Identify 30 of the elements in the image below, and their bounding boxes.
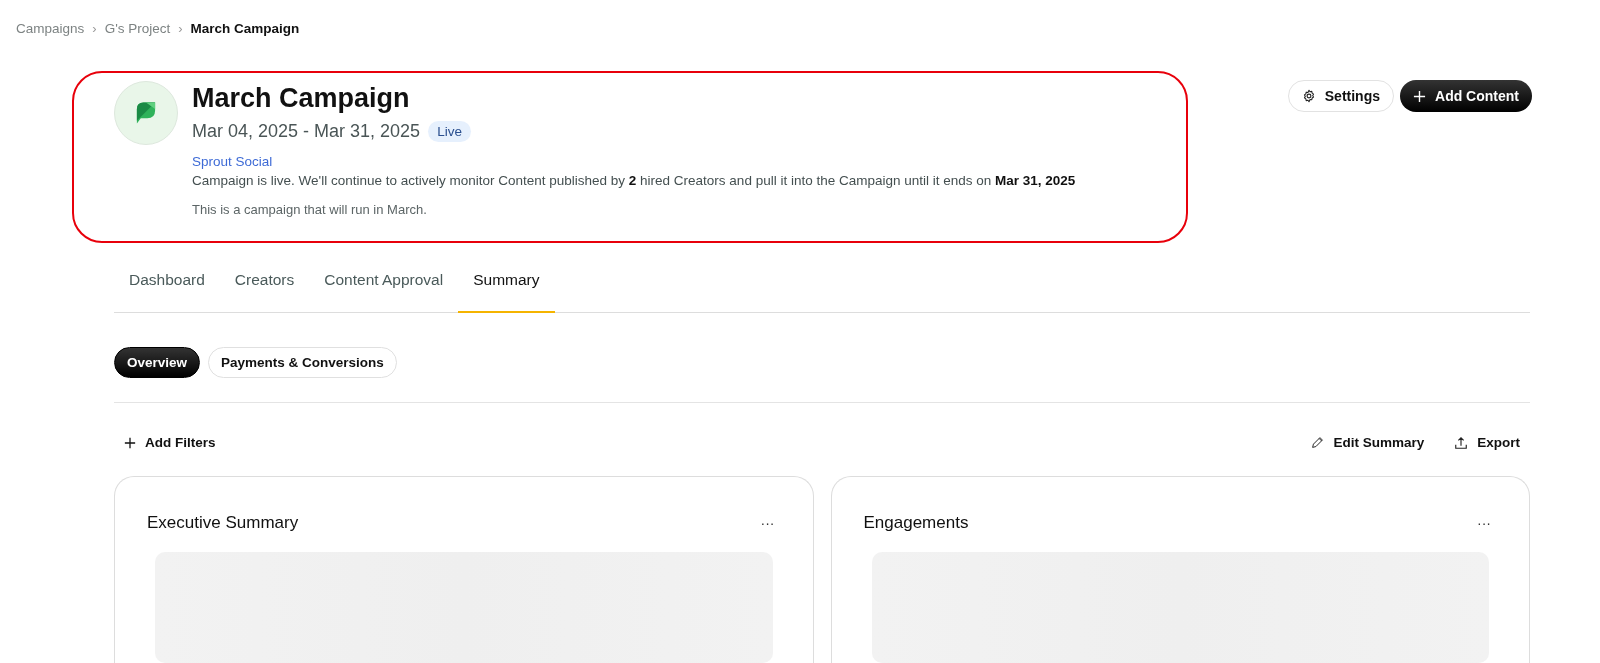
more-menu-button[interactable]: ··· (760, 515, 775, 531)
edit-summary-button[interactable]: Edit Summary (1301, 433, 1435, 452)
status-badge: Live (428, 121, 471, 142)
chevron-icon: › (178, 20, 183, 36)
tab[interactable]: Summary (458, 251, 555, 313)
date-range: Mar 04, 2025 - Mar 31, 2025 (192, 121, 421, 142)
add-filters-button[interactable]: Add Filters (114, 433, 226, 452)
breadcrumb-link[interactable]: Campaigns (16, 20, 85, 36)
upload-icon (1454, 435, 1469, 450)
campaign-title: March Campaign (192, 82, 411, 115)
add-content-button[interactable]: Add Content (1400, 80, 1532, 112)
chevron-icon: › (92, 20, 97, 36)
campaign-note: This is a campaign that will run in March. (192, 202, 428, 217)
tab[interactable]: Creators (219, 251, 310, 313)
breadcrumb-link[interactable]: G's Project (104, 20, 171, 36)
brand-link[interactable]: Sprout Social (192, 154, 1076, 169)
settings-button[interactable]: Settings (1287, 80, 1394, 112)
segment-tab[interactable]: Payments & Conversions (208, 347, 397, 378)
more-menu-button[interactable]: ··· (1477, 515, 1491, 531)
plus-icon (1413, 89, 1426, 103)
segment-tab[interactable]: Overview (114, 347, 201, 378)
card-title: Executive Summary (147, 513, 299, 533)
plus-icon (124, 436, 136, 449)
pencil-icon (1311, 436, 1325, 449)
tab[interactable]: Dashboard (114, 251, 220, 313)
tab[interactable]: Content Approval (309, 251, 459, 313)
settings-icon (1301, 89, 1316, 103)
card-title: Engagements (863, 513, 969, 533)
export-button[interactable]: Export (1444, 433, 1530, 452)
campaign-description: Campaign is live. We'll continue to actively monitor Content published by 2 hired Creators and pull it into the Campaign until it ends on Mar 31, 2025 (192, 173, 1076, 188)
